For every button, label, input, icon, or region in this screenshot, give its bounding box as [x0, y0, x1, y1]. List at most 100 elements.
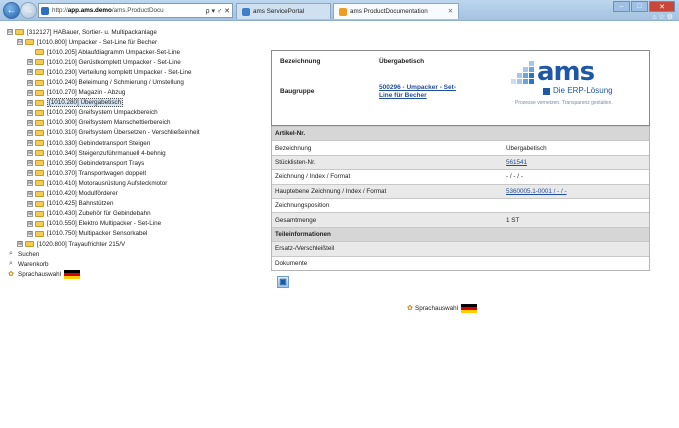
tree-search-link[interactable]: ⌕ Suchen — [7, 249, 247, 259]
expand-icon[interactable]: ⊞ — [27, 129, 33, 136]
expand-icon[interactable]: ⊞ — [27, 190, 33, 197]
close-window-button[interactable]: ✕ — [649, 1, 675, 12]
tab-close-icon[interactable]: ✕ — [448, 8, 453, 15]
tree-node-label[interactable]: [1010.420] Modulförderer — [47, 190, 118, 197]
folder-icon — [35, 160, 44, 167]
folder-icon — [35, 140, 44, 147]
tree-node-label[interactable]: [1010.370] Transportwagen doppelt — [47, 170, 146, 177]
tree-node-label[interactable]: [1010.410] Motorausrüstung Aufsteckmotor — [47, 180, 167, 187]
collapse-icon[interactable]: ⊟ — [17, 39, 23, 46]
tree-node-label[interactable]: [1010.240] Beleimung / Schmierung / Umst… — [47, 79, 184, 86]
expand-icon[interactable]: ⊞ — [27, 220, 33, 227]
expand-icon[interactable]: ⊞ — [27, 180, 33, 187]
navigation-tree: ⊟ [312127] HABauer, Sortier- u. Multipack… — [7, 27, 247, 279]
baugruppe-link[interactable]: 500296 - Umpacker - Set-Line für Becher — [379, 84, 469, 99]
expand-icon[interactable]: ⊞ — [27, 160, 33, 167]
expand-icon[interactable]: ⊞ — [27, 140, 33, 147]
expand-icon[interactable]: ⊞ — [27, 210, 33, 217]
tree-node[interactable]: ⊞ [1010.210] Gerüstkomplett Umpacker - Se… — [7, 57, 247, 67]
tab-product-documentation[interactable]: ams ProductDocumentation ✕ — [333, 3, 459, 19]
tree-node-label[interactable]: [1010.290] Greifsystem Umpackbereich — [47, 109, 158, 116]
tree-node-label[interactable]: [1010.750] Multipacker Sensorkabel — [47, 230, 147, 237]
tree-node-label[interactable]: [312127] HABauer, Sortier- u. Multipacka… — [27, 29, 157, 36]
language-selector-content[interactable]: ✿ Sprachauswahl — [407, 303, 478, 313]
tree-node[interactable]: ⊞ [1010.420] Modulförderer — [7, 189, 247, 199]
tree-node-label[interactable]: [1010.270] Magazin - Abzug — [47, 89, 125, 96]
tree-node-label[interactable]: [1010.280] Übergabetisch — [47, 98, 124, 108]
export-icon[interactable]: ▣ — [277, 275, 289, 288]
address-controls[interactable]: ρ ▾ ♂ ✕ — [204, 7, 232, 15]
tree-node[interactable]: ⊞ [1010.270] Magazin - Abzug — [7, 88, 247, 98]
expand-icon[interactable]: ⊞ — [27, 109, 33, 116]
tree-node[interactable]: ⊞ [1010.340] Steigenzuführmanuell 4-behni… — [7, 148, 247, 158]
expand-icon[interactable]: ⊞ — [27, 79, 33, 86]
row-value-link[interactable]: 5360005.1-0001 / - / - — [503, 188, 649, 195]
collapse-icon[interactable]: ⊟ — [7, 29, 13, 36]
folder-icon — [35, 119, 44, 126]
detail-table: Artikel-Nr. Bezeichnung Übergabetisch Stück… — [271, 126, 650, 271]
tree-node-label[interactable]: [1010.210] Gerüstkomplett Umpacker - Set… — [47, 59, 181, 66]
ams-logo: ams Die ERP-Lösung Prozesse vernetzen. T… — [511, 57, 641, 113]
forward-arrow-icon[interactable]: → — [20, 2, 37, 19]
expand-icon[interactable]: ⊞ — [27, 119, 33, 126]
tree-node-label[interactable]: [1010.350] Gebindetransport Trays — [47, 160, 144, 167]
maximize-button[interactable]: □ — [631, 1, 648, 12]
address-bar[interactable]: http://app.ams.demo/ams.ProductDocu ρ ▾ … — [38, 3, 233, 18]
product-detail-panel: Bezeichnung Übergabetisch Baugruppe 5002… — [271, 50, 650, 313]
tree-node[interactable]: ⊞ [1010.300] Greifsystem Manschettierbere… — [7, 118, 247, 128]
tree-node-label[interactable]: [1010.425] Bahnstützen — [47, 200, 114, 207]
expand-icon[interactable]: ⊞ — [27, 230, 33, 237]
toolbar-icons[interactable]: ⌂ ☆ ⚙ — [652, 13, 673, 21]
expand-icon[interactable]: ⊞ — [27, 150, 33, 157]
tree-node-label[interactable]: [1010.330] Gebindetransport Steigen — [47, 140, 150, 147]
minimize-button[interactable]: – — [613, 1, 630, 12]
expand-icon[interactable]: ⊞ — [27, 59, 33, 66]
tree-node[interactable]: ⊞ [1010.370] Transportwagen doppelt — [7, 168, 247, 178]
expand-icon[interactable]: ⊞ — [27, 170, 33, 177]
tree-node[interactable]: ⊟ [1010.800] Umpacker - Set-Line für Bech… — [7, 37, 247, 47]
expand-icon[interactable]: ⊞ — [27, 89, 33, 96]
bezeichnung-value: Übergabetisch — [379, 58, 425, 65]
tree-node-label[interactable]: [1010.230] Verteilung komplett Umpacker … — [47, 69, 192, 76]
tree-node-label[interactable]: [1010.430] Zubehör für Gebindebahn — [47, 210, 151, 217]
tree-node[interactable]: ⊞ [1010.290] Greifsystem Umpackbereich — [7, 108, 247, 118]
tree-node[interactable]: ⊞ [1010.410] Motorausrüstung Aufsteckmoto… — [7, 178, 247, 188]
tree-node[interactable]: ⊞ [1010.230] Verteilung komplett Umpacker… — [7, 67, 247, 77]
expand-icon[interactable]: ⊞ — [17, 241, 23, 248]
tree-node[interactable]: ⊞ [1010.240] Beleimung / Schmierung / Ums… — [7, 77, 247, 87]
row-label: Zeichnungsposition — [275, 202, 330, 210]
tree-node[interactable]: [1010.205] Ablaufdiagramm Umpacker-Set-L… — [7, 47, 247, 57]
tree-node-label[interactable]: [1010.205] Ablaufdiagramm Umpacker-Set-L… — [47, 49, 180, 56]
tree-node[interactable]: ⊞ [1020.800] Trayaufrichter 215/V — [7, 239, 247, 249]
folder-icon — [35, 200, 44, 207]
row-value-link[interactable]: 561541 — [503, 159, 649, 166]
tree-node-label[interactable]: [1010.300] Greifsystem Manschettierberei… — [47, 119, 171, 126]
table-row: Gesamtmenge 1 ST — [272, 212, 649, 227]
tree-node[interactable]: ⊞ [1010.350] Gebindetransport Trays — [7, 158, 247, 168]
tree-cart-link[interactable]: ⌕ Warenkorb — [7, 259, 247, 269]
tree-node[interactable]: ⊞ [1010.430] Zubehör für Gebindebahn — [7, 209, 247, 219]
header-box: Bezeichnung Übergabetisch Baugruppe 5002… — [271, 50, 650, 126]
tree-node[interactable]: ⊞ [1010.750] Multipacker Sensorkabel — [7, 229, 247, 239]
tab-service-portal[interactable]: ams ServicePortal — [236, 3, 331, 19]
tree-language-selector[interactable]: ✿ Sprachauswahl — [7, 269, 247, 279]
tree-node[interactable]: ⊞ [1010.280] Übergabetisch — [7, 98, 247, 108]
expand-icon[interactable]: ⊞ — [27, 200, 33, 207]
tab-label: ams ProductDocumentation — [350, 8, 428, 15]
tree-node[interactable]: ⊞ [1010.425] Bahnstützen — [7, 199, 247, 209]
tree-node-label[interactable]: [1010.340] Steigenzuführmanuell 4-behnig — [47, 150, 166, 157]
row-label: Stücklisten-Nr. — [275, 158, 316, 166]
tree-node-label[interactable]: [1010.310] Greifsystem Übersetzen - Vers… — [47, 129, 200, 136]
table-row: Zeichnungsposition — [272, 197, 649, 212]
portal-favicon-icon — [242, 7, 250, 16]
expand-icon[interactable]: ⊞ — [27, 69, 33, 76]
tree-node-label[interactable]: [1010.800] Umpacker - Set-Line für Beche… — [37, 39, 157, 46]
tree-node-label[interactable]: [1020.800] Trayaufrichter 215/V — [37, 241, 125, 248]
back-arrow-icon[interactable]: ← — [3, 2, 20, 19]
expand-icon[interactable]: ⊞ — [27, 99, 33, 106]
tree-node-label[interactable]: [1010.550] Elektro Multipacker - Set-Lin… — [47, 220, 161, 227]
tree-node[interactable]: ⊞ [1010.330] Gebindetransport Steigen — [7, 138, 247, 148]
tree-node[interactable]: ⊟ [312127] HABauer, Sortier- u. Multipack… — [7, 27, 247, 37]
tree-node[interactable]: ⊞ [1010.550] Elektro Multipacker - Set-Li… — [7, 219, 247, 229]
tree-node[interactable]: ⊞ [1010.310] Greifsystem Übersetzen - Ver… — [7, 128, 247, 138]
